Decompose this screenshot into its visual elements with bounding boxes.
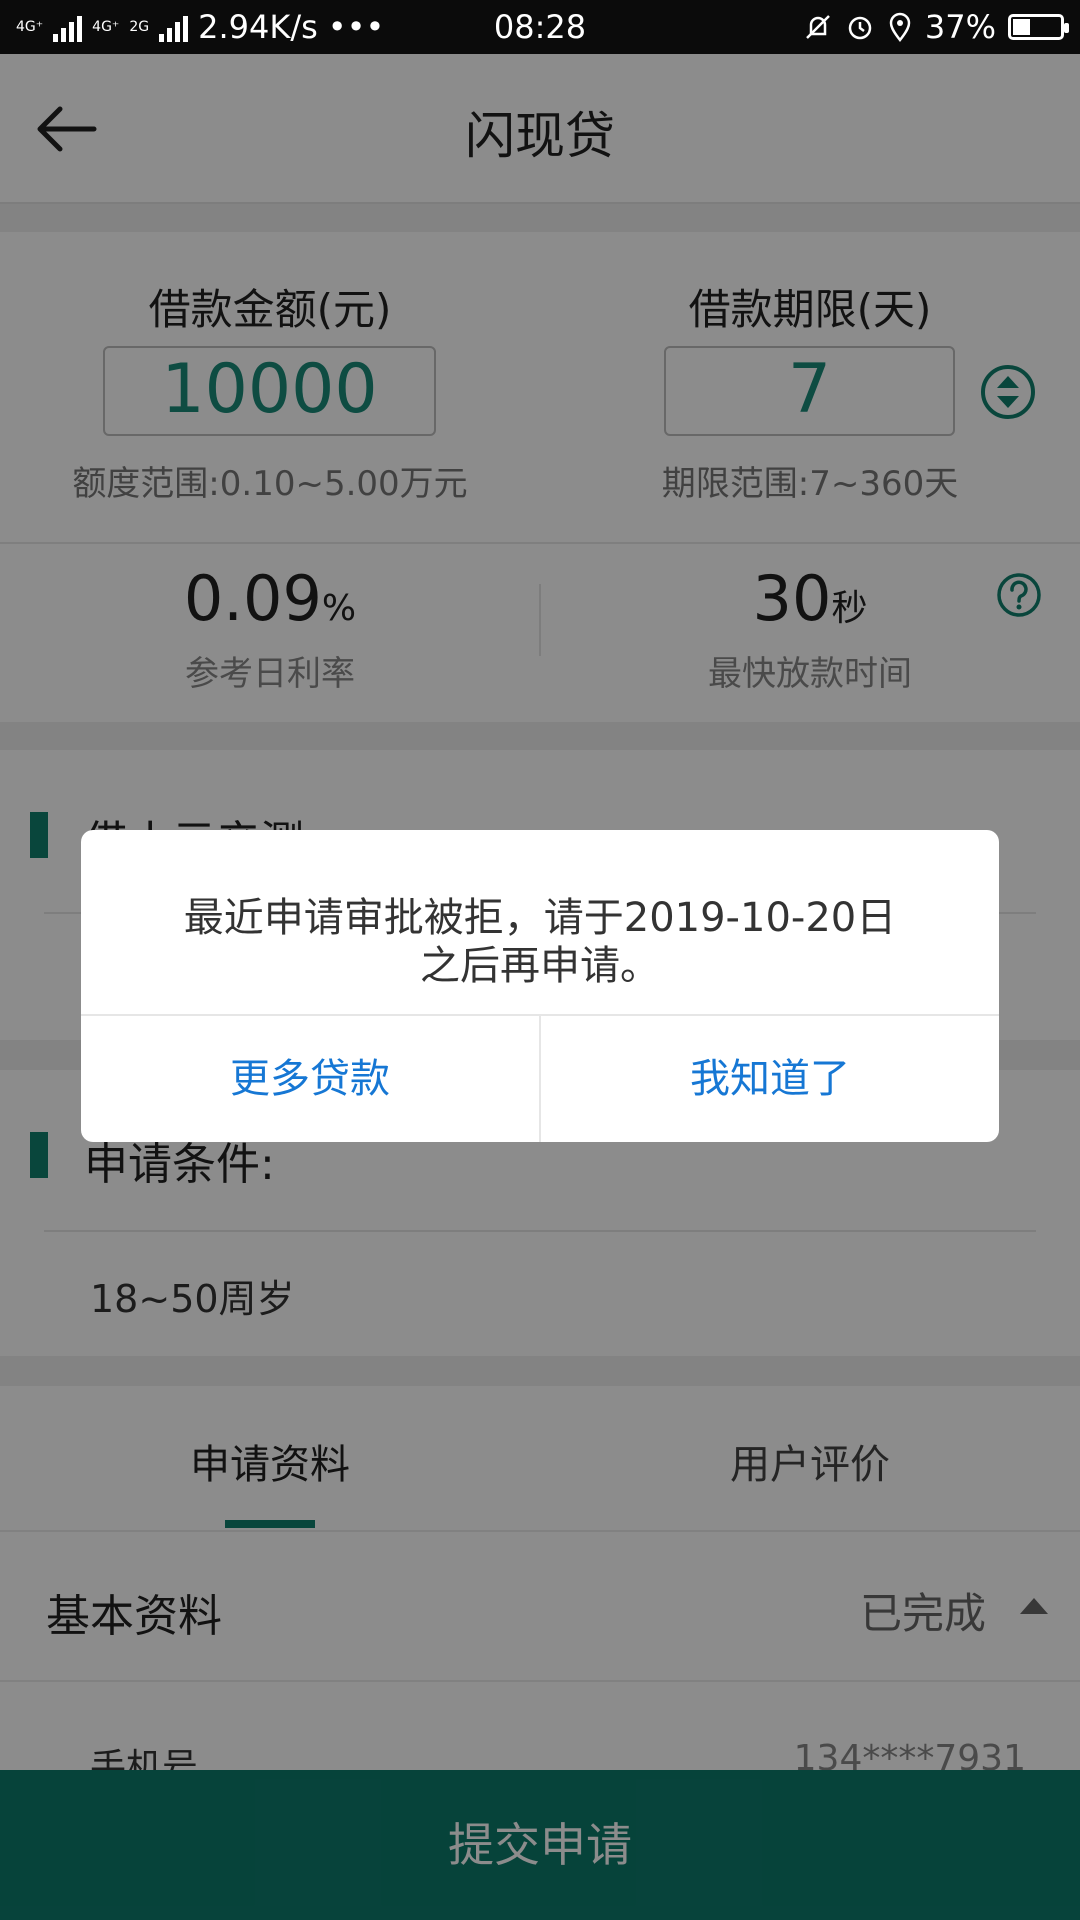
alarm-icon	[848, 16, 872, 40]
battery-percent: 37%	[924, 8, 996, 46]
rejection-dialog: 最近申请审批被拒，请于2019-10-20日 之后再申请。 更多贷款 我知道了	[81, 830, 999, 1142]
more-loans-button[interactable]: 更多贷款	[81, 1016, 539, 1142]
location-icon	[889, 12, 911, 42]
dialog-message-line1: 最近申请审批被拒，请于2019-10-20日	[183, 895, 897, 941]
battery-icon	[1008, 14, 1069, 40]
dialog-message-line2: 之后再申请。	[420, 943, 660, 989]
got-it-button[interactable]: 我知道了	[541, 1016, 999, 1142]
mute-bell-icon	[805, 15, 830, 39]
dialog-message: 最近申请审批被拒，请于2019-10-20日 之后再申请。	[81, 894, 999, 990]
status-bar: 4G⁺ 4G⁺ 2G 2.94K/s ••• 08:28 37%	[0, 0, 1080, 54]
